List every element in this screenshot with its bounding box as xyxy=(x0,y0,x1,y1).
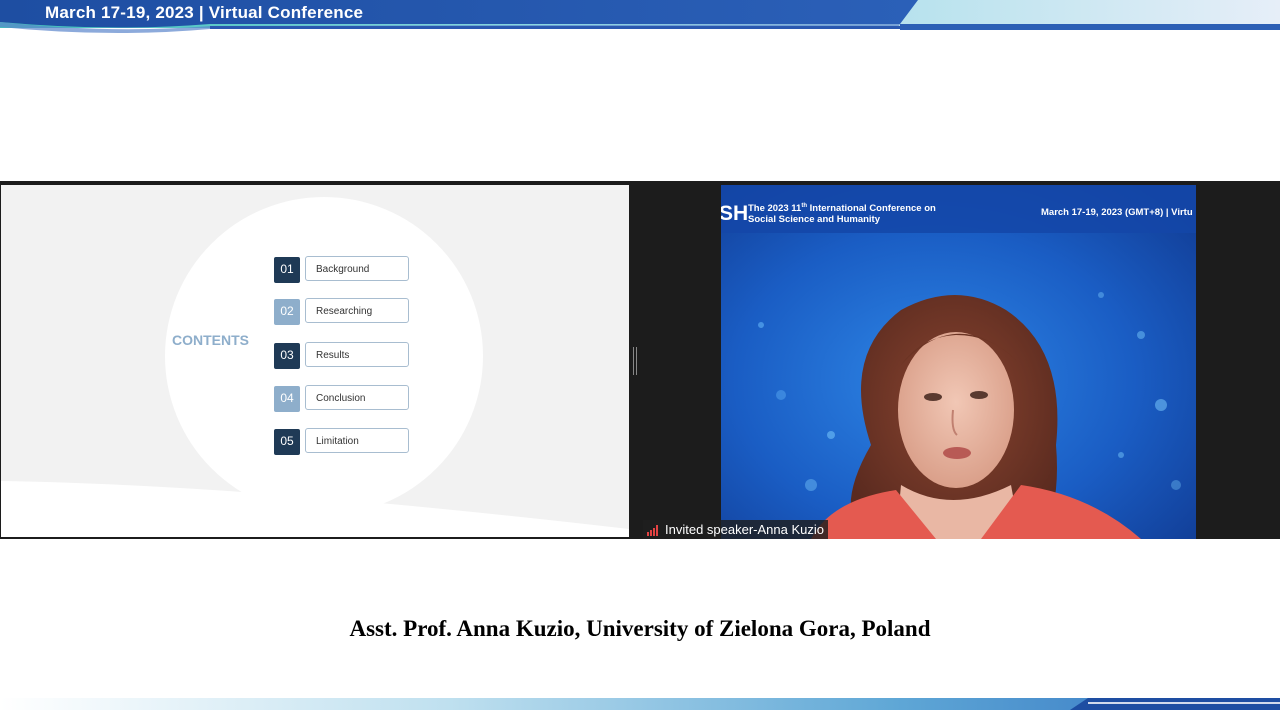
toc-label: Background xyxy=(305,256,409,281)
toc-number: 03 xyxy=(274,343,300,369)
toc-label: Results xyxy=(305,342,409,367)
conference-title-part: The 2023 11 xyxy=(748,203,802,215)
speaker-name-label: Invited speaker-Anna Kuzio xyxy=(643,520,828,539)
conference-logo: SH xyxy=(721,202,749,225)
toc-number: 04 xyxy=(274,386,300,412)
toc-number: 02 xyxy=(274,299,300,325)
signal-bars-icon xyxy=(647,525,661,536)
conference-title-rest: International Conference on xyxy=(807,203,936,215)
speaker-video[interactable]: SH The 2023 11th International Conferenc… xyxy=(721,185,1196,539)
speaker-caption: Asst. Prof. Anna Kuzio, University of Zi… xyxy=(349,616,931,641)
toc-label: Conclusion xyxy=(305,385,409,410)
toc-item-researching: 02 Researching xyxy=(274,298,414,326)
toc-label: Researching xyxy=(305,298,409,323)
banner-date-text: March 17-19, 2023 | Virtual Conference xyxy=(45,3,364,22)
bottom-decorative-bar xyxy=(0,698,1280,710)
shared-slide[interactable]: CONTENTS 01 Background 02 Researching 03… xyxy=(1,185,629,537)
toc-number: 01 xyxy=(274,257,300,283)
toc-label: Limitation xyxy=(305,428,409,453)
contents-title: CONTENTS xyxy=(172,332,249,348)
split-view-handle[interactable] xyxy=(633,347,637,375)
conference-title-line2: Social Science and Humanity xyxy=(748,214,880,225)
toc-item-results: 03 Results xyxy=(274,342,414,370)
speaker-name: Invited speaker-Anna Kuzio xyxy=(665,522,824,537)
video-date: March 17-19, 2023 (GMT+8) | Virtu xyxy=(1041,207,1193,218)
toc-number: 05 xyxy=(274,429,300,455)
conference-title-line1: The 2023 11th International Conference o… xyxy=(748,203,936,214)
top-banner: March 17-19, 2023 | Virtual Conference xyxy=(0,0,1280,40)
toc-item-conclusion: 04 Conclusion xyxy=(274,385,414,413)
video-background xyxy=(721,185,1196,539)
toc-item-background: 01 Background xyxy=(274,256,414,284)
meeting-screen: CONTENTS 01 Background 02 Researching 03… xyxy=(0,181,1280,539)
toc-item-limitation: 05 Limitation xyxy=(274,428,414,456)
video-conference-header: SH The 2023 11th International Conferenc… xyxy=(721,202,1196,226)
